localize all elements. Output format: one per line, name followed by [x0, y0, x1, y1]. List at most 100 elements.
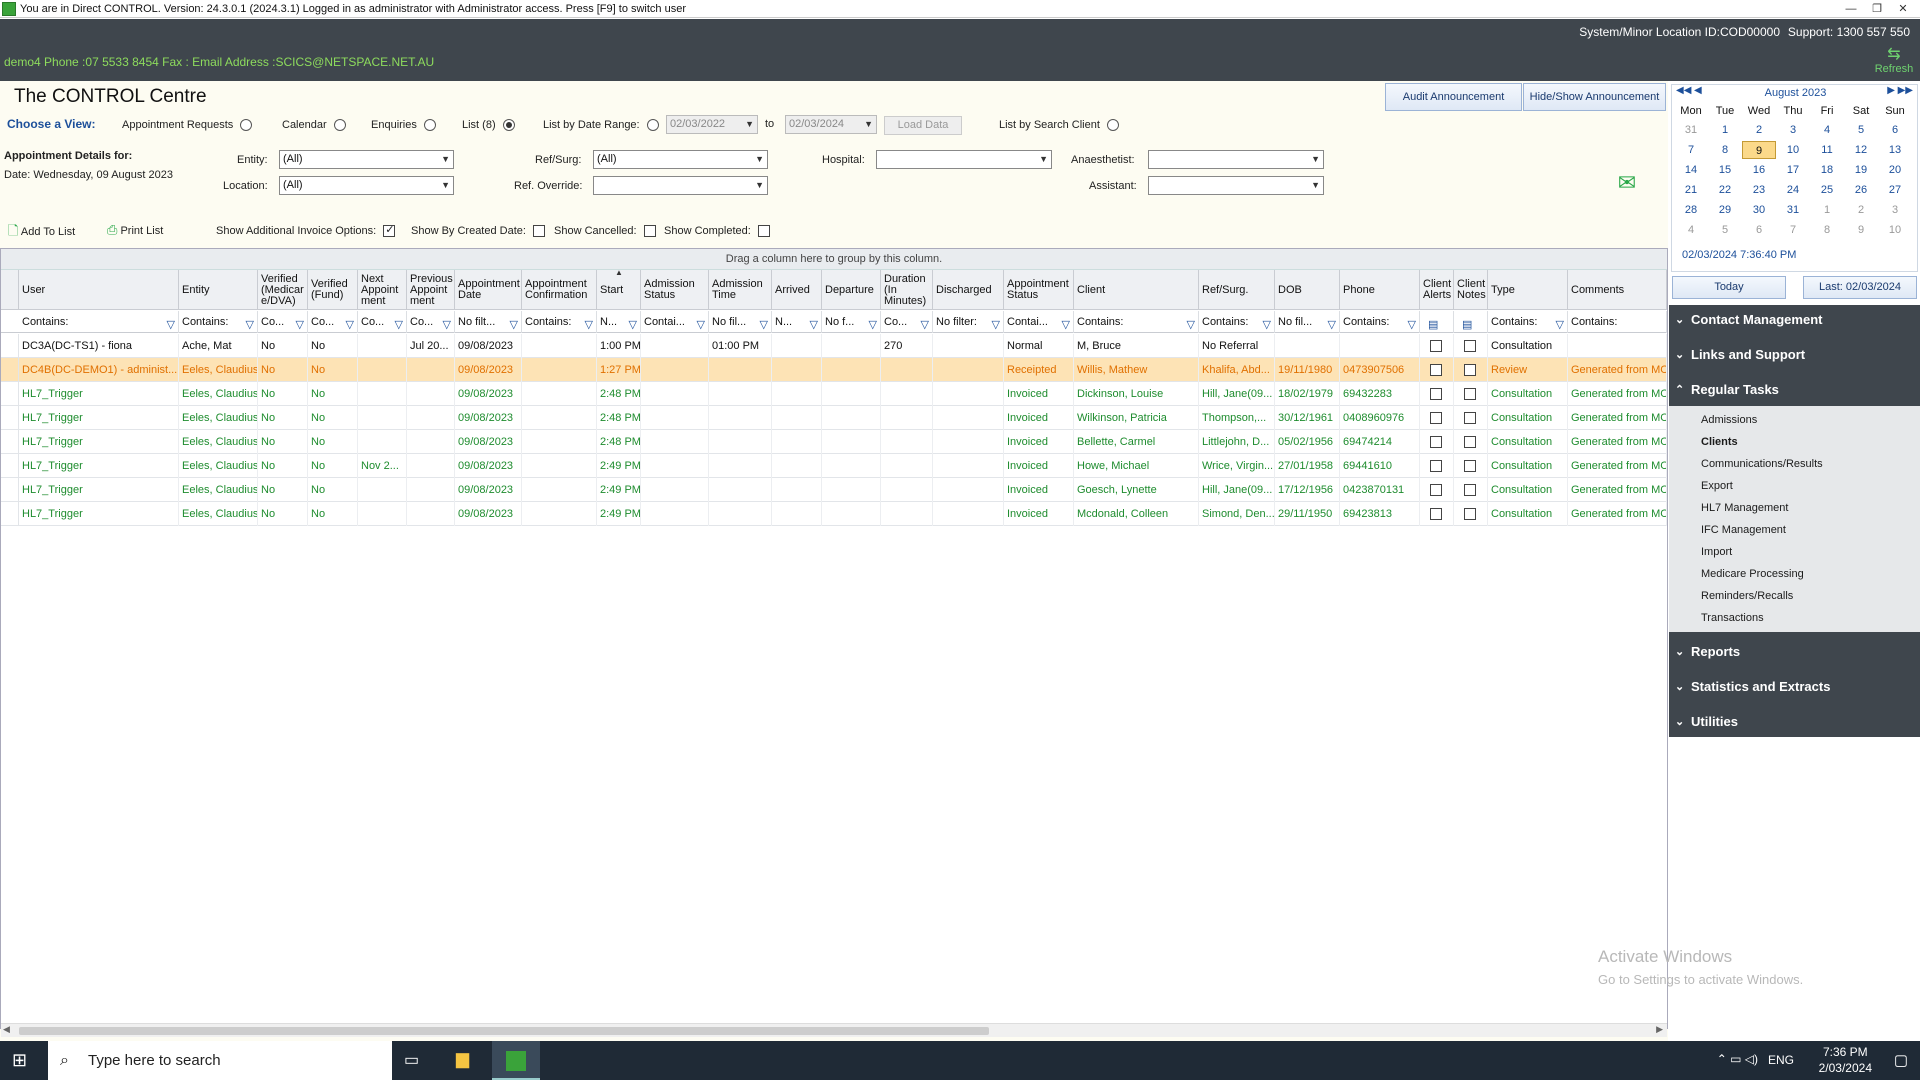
audit-announcement-button[interactable]: Audit Announcement [1385, 83, 1522, 111]
scroll-right-icon[interactable]: ▶ [1656, 1024, 1663, 1035]
calendar-day[interactable]: 1 [1810, 201, 1844, 219]
filter-icon[interactable]: ▽ [697, 314, 705, 333]
next-year-icon[interactable]: ▶▶ [1898, 85, 1913, 96]
view-option-enquiries[interactable]: Enquiries [371, 119, 436, 132]
calendar-day[interactable]: 13 [1878, 141, 1912, 159]
group-by-panel[interactable]: Drag a column here to group by this colu… [1, 249, 1667, 270]
taskbar-search[interactable]: ⌕ Type here to search [48, 1041, 392, 1080]
column-filter[interactable]: No filter: ▽ [933, 311, 1004, 333]
calendar-day[interactable]: 21 [1674, 181, 1708, 199]
column-header[interactable]: Phone [1340, 270, 1420, 310]
panel-section[interactable]: ⌄ Statistics and Extracts [1669, 672, 1920, 702]
panel-task-item[interactable]: Clients [1669, 431, 1920, 453]
column-filter[interactable]: ▤ [1454, 311, 1488, 333]
column-filter[interactable]: Contains: ▽ [1340, 311, 1420, 333]
show-cancelled-option[interactable]: Show Cancelled: [554, 225, 656, 238]
today-button[interactable]: Today [1672, 276, 1786, 299]
column-filter[interactable]: Contains: ▽ [19, 311, 179, 333]
calendar-day[interactable]: 18 [1810, 161, 1844, 179]
filter-icon[interactable]: ▽ [1263, 314, 1271, 333]
column-header[interactable]: Admission Time [709, 270, 772, 310]
column-header[interactable]: Departure [822, 270, 881, 310]
table-row[interactable]: HL7_Trigger Eeles, Claudius No No 09/08/2023… [1, 382, 1667, 406]
column-header[interactable]: Client Alerts [1420, 270, 1454, 310]
calendar-day[interactable]: 3 [1776, 121, 1810, 139]
column-filter[interactable]: Co... ▽ [358, 311, 407, 333]
calendar-day[interactable]: 31 [1674, 121, 1708, 139]
scroll-thumb[interactable] [19, 1027, 989, 1035]
calendar-day[interactable]: 10 [1776, 141, 1810, 159]
calendar-day[interactable]: 19 [1844, 161, 1878, 179]
client-alerts-checkbox[interactable] [1430, 364, 1442, 377]
column-filter[interactable]: Co... ▽ [308, 311, 358, 333]
client-notes-checkbox[interactable] [1464, 484, 1476, 497]
date-range-option[interactable]: List by Date Range: [543, 119, 659, 132]
notification-icon[interactable]: ▢ [1894, 1051, 1908, 1069]
calendar-day[interactable]: 12 [1844, 141, 1878, 159]
column-header[interactable]: Entity [179, 270, 258, 310]
calendar-day[interactable]: 31 [1776, 201, 1810, 219]
column-filter[interactable]: Contains: ▽ [179, 311, 258, 333]
row-indicator[interactable] [1, 406, 19, 430]
panel-section[interactable]: ⌃ Regular Tasks [1669, 375, 1920, 405]
filter-icon[interactable]: ▽ [1408, 314, 1416, 333]
calendar-day[interactable]: 1 [1708, 121, 1742, 139]
column-filter[interactable]: Contains: ▽ [1074, 311, 1199, 333]
tray-icons[interactable]: ⌃ ▭ ◁) [1717, 1052, 1758, 1066]
panel-section[interactable]: ⌄ Utilities [1669, 707, 1920, 737]
refresh-button[interactable]: ⇆ Refresh [1874, 47, 1914, 76]
filter-icon[interactable]: ▽ [296, 314, 304, 333]
calendar-day[interactable]: 6 [1878, 121, 1912, 139]
calendar-day[interactable]: 9 [1844, 221, 1878, 239]
column-header[interactable]: Ref/Surg. [1199, 270, 1275, 310]
column-header[interactable]: Verified (Medicar e/DVA) [258, 270, 308, 310]
task-view-icon[interactable]: ▭ [404, 1050, 419, 1070]
panel-section[interactable]: ⌄ Links and Support [1669, 340, 1920, 370]
table-row[interactable]: HL7_Trigger Eeles, Claudius No No 09/08/2023… [1, 430, 1667, 454]
filter-icon[interactable]: ▽ [167, 314, 175, 333]
date-from-field[interactable]: 02/03/2022 ▼ [666, 115, 758, 134]
calendar-day[interactable]: 6 [1742, 221, 1776, 239]
calendar-day[interactable]: 9 [1742, 141, 1776, 159]
column-header[interactable]: Appointment Confirmation [522, 270, 597, 310]
radio-calendar[interactable] [333, 119, 346, 132]
panel-task-item[interactable]: Communications/Results [1669, 453, 1920, 475]
taskbar-clock[interactable]: 7:36 PM 2/03/2024 [1819, 1044, 1872, 1076]
anaesthetist-select[interactable]: ▼ [1148, 150, 1324, 169]
calendar-day[interactable]: 17 [1776, 161, 1810, 179]
client-notes-checkbox[interactable] [1464, 508, 1476, 521]
show-invoice-checkbox[interactable] [383, 223, 396, 238]
table-row[interactable]: HL7_Trigger Eeles, Claudius No No 09/08/2023… [1, 478, 1667, 502]
filter-icon[interactable]: ▽ [869, 314, 877, 333]
control-app-taskbar-icon[interactable] [492, 1041, 540, 1080]
column-header[interactable]: Appointment Date [455, 270, 522, 310]
last-date-button[interactable]: Last: 02/03/2024 [1803, 276, 1917, 299]
client-alerts-checkbox[interactable] [1430, 508, 1442, 521]
filter-icon[interactable]: ▽ [810, 314, 818, 333]
client-alerts-checkbox[interactable] [1430, 460, 1442, 473]
filter-icon[interactable]: ▽ [921, 314, 929, 333]
mail-add-icon[interactable]: ✉ [1612, 170, 1642, 196]
client-notes-checkbox[interactable] [1464, 436, 1476, 449]
row-indicator[interactable] [1, 478, 19, 502]
column-header[interactable]: Client Notes [1454, 270, 1488, 310]
calendar-day[interactable]: 3 [1878, 201, 1912, 219]
column-header[interactable]: DOB [1275, 270, 1340, 310]
row-indicator[interactable] [1, 502, 19, 526]
filter-icon[interactable]: ▽ [1062, 314, 1070, 333]
client-alerts-checkbox[interactable] [1430, 484, 1442, 497]
filter-grid-icon[interactable]: ▤ [1428, 314, 1438, 333]
calendar-day[interactable]: 30 [1742, 201, 1776, 219]
calendar-day[interactable]: 25 [1810, 181, 1844, 199]
view-option-list[interactable]: List (8) [462, 119, 515, 132]
hide-show-announcement-button[interactable]: Hide/Show Announcement [1523, 83, 1666, 111]
client-alerts-checkbox[interactable] [1430, 436, 1442, 449]
panel-task-item[interactable]: IFC Management [1669, 519, 1920, 541]
filter-icon[interactable]: ▽ [629, 314, 637, 333]
column-filter[interactable]: Contains: ▽ [522, 311, 597, 333]
calendar-day[interactable]: 5 [1844, 121, 1878, 139]
filter-icon[interactable]: ▽ [1556, 314, 1564, 333]
calendar-day[interactable]: 5 [1708, 221, 1742, 239]
panel-task-item[interactable]: HL7 Management [1669, 497, 1920, 519]
column-header[interactable]: Next Appoint ment [358, 270, 407, 310]
